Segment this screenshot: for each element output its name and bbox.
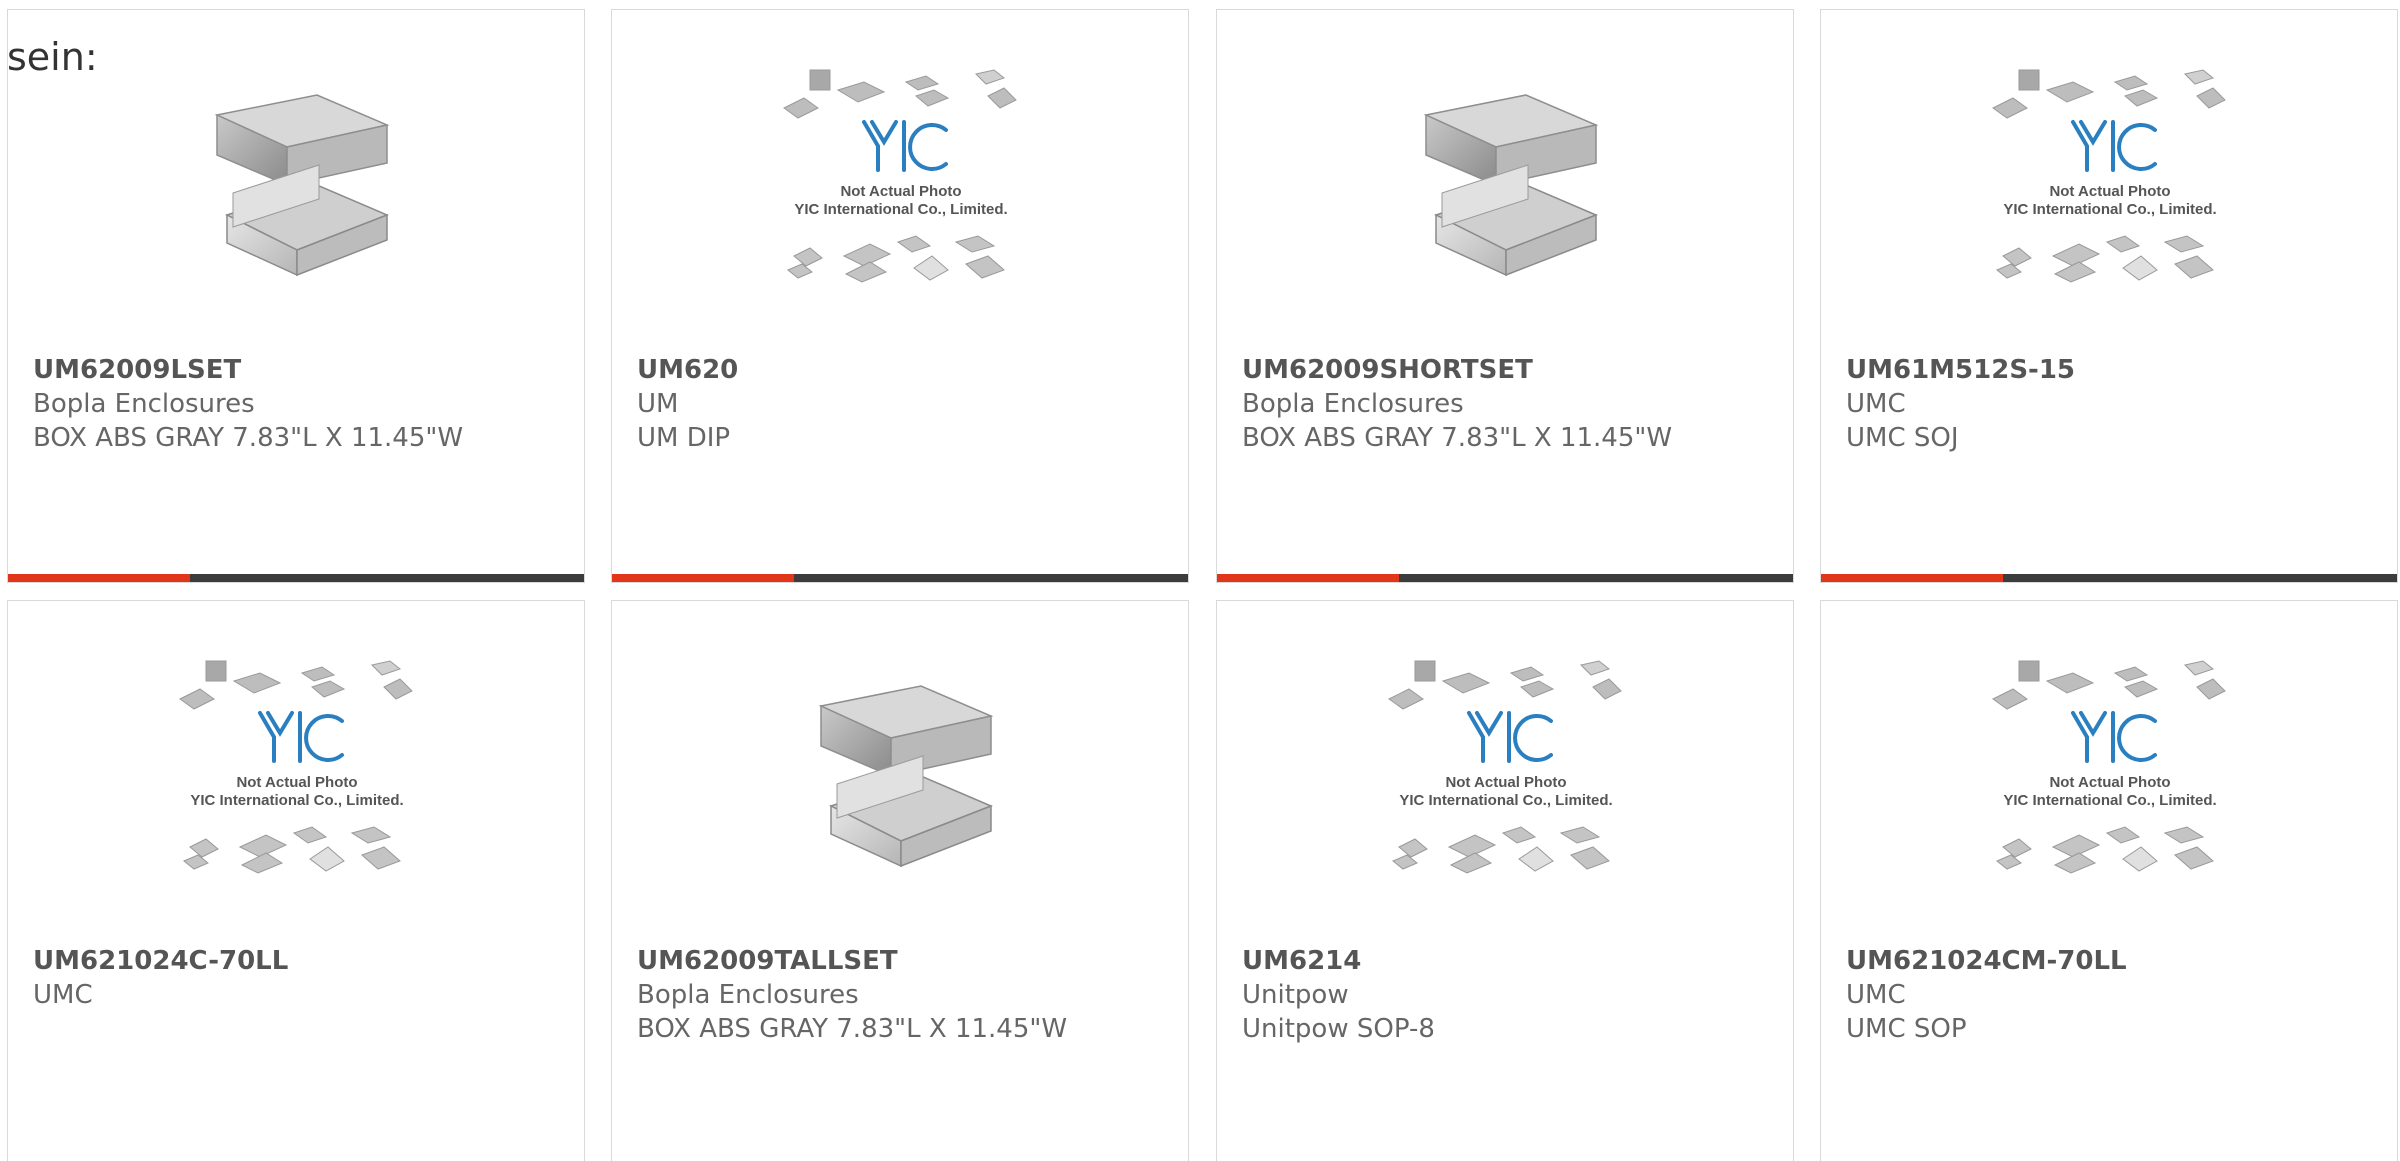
svg-text:YIC International Co., Limited: YIC International Co., Limited.: [190, 792, 403, 809]
part-number[interactable]: UM6214: [1242, 944, 1773, 978]
product-description: BOX ABS GRAY 7.83"L X 11.45"W: [33, 423, 464, 453]
product-description: UMC SOP: [1846, 1014, 1967, 1044]
product-image[interactable]: Not Actual Photo YIC International Co., …: [1821, 69, 2397, 290]
product-card[interactable]: UM62009TALLSET Bopla Enclosures BOX ABS …: [611, 600, 1189, 1161]
product-description: UM DIP: [637, 423, 731, 453]
enclosure-image: [818, 685, 994, 868]
card-accent-bar: [612, 574, 794, 582]
part-number[interactable]: UM62009LSET: [33, 353, 564, 387]
product-image[interactable]: Not Actual Photo YIC International Co., …: [8, 660, 584, 881]
product-card[interactable]: Not Actual Photo YIC International Co., …: [7, 600, 585, 1161]
not-actual-photo-image: Not Actual Photo YIC International Co., …: [179, 660, 413, 874]
svg-text:YIC International Co., Limited: YIC International Co., Limited.: [2003, 792, 2216, 809]
product-card[interactable]: UM62009SHORTSET Bopla Enclosures BOX ABS…: [1216, 9, 1794, 583]
card-accent-bar: [1821, 574, 2003, 582]
card-bottom-bar: [1217, 574, 1793, 582]
manufacturer: UMC: [33, 980, 93, 1010]
part-number[interactable]: UM62009TALLSET: [637, 944, 1168, 978]
svg-text:YIC International Co., Limited: YIC International Co., Limited.: [1399, 792, 1612, 809]
manufacturer: Unitpow: [1242, 980, 1349, 1010]
product-image[interactable]: Not Actual Photo YIC International Co., …: [1217, 660, 1793, 881]
card-accent-bar: [8, 574, 190, 582]
manufacturer: Bopla Enclosures: [33, 389, 255, 419]
product-card[interactable]: Not Actual Photo YIC International Co., …: [1820, 600, 2398, 1161]
product-image[interactable]: [1217, 70, 1793, 290]
product-description: BOX ABS GRAY 7.83"L X 11.45"W: [1242, 423, 1673, 453]
intro-text: sein:: [7, 35, 98, 79]
product-image[interactable]: Not Actual Photo YIC International Co., …: [1821, 660, 2397, 881]
svg-text:YIC International Co., Limited: YIC International Co., Limited.: [794, 201, 1007, 218]
manufacturer: UM: [637, 389, 679, 419]
card-bottom-bar: [612, 574, 1188, 582]
not-actual-photo-image: Not Actual Photo YIC International Co., …: [1388, 660, 1622, 874]
card-bottom-bar: [8, 574, 584, 582]
manufacturer: UMC: [1846, 980, 1906, 1010]
manufacturer: UMC: [1846, 389, 1906, 419]
product-description: UMC SOJ: [1846, 423, 1959, 453]
product-card[interactable]: Not Actual Photo YIC International Co., …: [1216, 600, 1794, 1161]
part-number[interactable]: UM620: [637, 353, 1168, 387]
svg-text:Not Actual Photo: Not Actual Photo: [236, 774, 357, 791]
not-actual-photo-image: Not Actual Photo YIC International Co., …: [783, 69, 1017, 283]
svg-text:Not Actual Photo: Not Actual Photo: [2049, 774, 2170, 791]
product-card[interactable]: Not Actual Photo YIC International Co., …: [1820, 9, 2398, 583]
svg-text:YIC International Co., Limited: YIC International Co., Limited.: [2003, 201, 2216, 218]
svg-text:Not Actual Photo: Not Actual Photo: [2049, 183, 2170, 200]
part-number[interactable]: UM61M512S-15: [1846, 353, 2377, 387]
part-number[interactable]: UM621024C-70LL: [33, 944, 564, 978]
product-card[interactable]: UM62009LSET Bopla Enclosures BOX ABS GRA…: [7, 9, 585, 583]
product-image[interactable]: [8, 70, 584, 290]
card-accent-bar: [1217, 574, 1399, 582]
product-image[interactable]: Not Actual Photo YIC International Co., …: [612, 69, 1188, 290]
svg-text:Not Actual Photo: Not Actual Photo: [1445, 774, 1566, 791]
manufacturer: Bopla Enclosures: [637, 980, 859, 1010]
part-number[interactable]: UM62009SHORTSET: [1242, 353, 1773, 387]
product-image[interactable]: [612, 661, 1188, 881]
manufacturer: Bopla Enclosures: [1242, 389, 1464, 419]
product-description: Unitpow SOP-8: [1242, 1014, 1435, 1044]
not-actual-photo-image: Not Actual Photo YIC International Co., …: [1992, 660, 2226, 874]
enclosure-image: [214, 94, 390, 277]
product-grid-page: sein: UM62009LSET Bopla Enclosures BOX A…: [0, 0, 2400, 1161]
product-grid: UM62009LSET Bopla Enclosures BOX ABS GRA…: [0, 0, 2400, 1161]
svg-text:Not Actual Photo: Not Actual Photo: [840, 183, 961, 200]
not-actual-photo-image: Not Actual Photo YIC International Co., …: [1992, 69, 2226, 283]
product-description: BOX ABS GRAY 7.83"L X 11.45"W: [637, 1014, 1068, 1044]
card-bottom-bar: [1821, 574, 2397, 582]
part-number[interactable]: UM621024CM-70LL: [1846, 944, 2377, 978]
product-card[interactable]: Not Actual Photo YIC International Co., …: [611, 9, 1189, 583]
enclosure-image: [1423, 94, 1599, 277]
